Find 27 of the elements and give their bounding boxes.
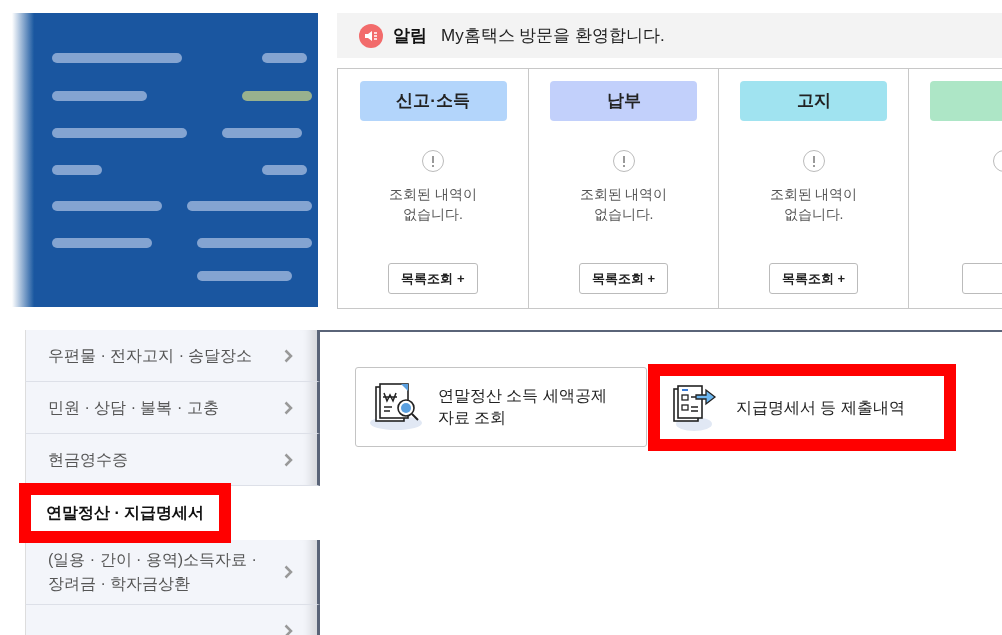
action-card[interactable]: 연말정산 소득 세액공제 자료 조회 (355, 367, 647, 447)
list-view-button[interactable]: 목록조회 + (388, 263, 478, 294)
empty-message: 조회된 내역이 없습니다. (769, 185, 858, 224)
list-view-button[interactable]: 목록조회 + (768, 263, 859, 294)
speaker-icon (359, 23, 383, 48)
sidebar-item[interactable]: (일용 · 간이 · 용역)소득자료 · 장려금 · 학자금상환 (25, 540, 320, 605)
document-search-icon (368, 383, 424, 431)
action-card[interactable]: 지급명세서 등 제출내역 (648, 364, 956, 451)
chevron-right-icon (284, 400, 293, 415)
sidebar-item[interactable]: 우편물 · 전자고지 · 송달장소 (25, 330, 320, 382)
action-label: 지급명세서 등 제출내역 (736, 397, 905, 418)
action-label: 연말정산 소득 세액공제 자료 조회 (438, 386, 607, 428)
notice-message: My홈택스 방문을 환영합니다. (441, 24, 665, 47)
empty-message: 조회된 내역이 없습니다. (579, 185, 668, 224)
notice-label: 알림 (393, 24, 427, 47)
sidebar-item[interactable]: 연말정산 · 지급명세서 (19, 483, 231, 543)
sidebar-item[interactable]: 민원 · 상담 · 불복 · 고충 (25, 382, 320, 434)
category-label: 신고·소득 (359, 81, 507, 121)
chevron-right-icon (284, 623, 293, 635)
list-view-button[interactable]: 목록조회 + (578, 263, 669, 294)
category-label: 고지 (740, 81, 887, 121)
chevron-right-icon (284, 565, 293, 579)
category-label: 납부 (550, 81, 697, 121)
sidebar-item[interactable]: 현금영수증 (25, 434, 320, 486)
empty-message: 조회된 내역이 없습니다. (389, 185, 477, 224)
chevron-right-icon (284, 348, 293, 363)
chevron-right-icon (284, 452, 293, 467)
